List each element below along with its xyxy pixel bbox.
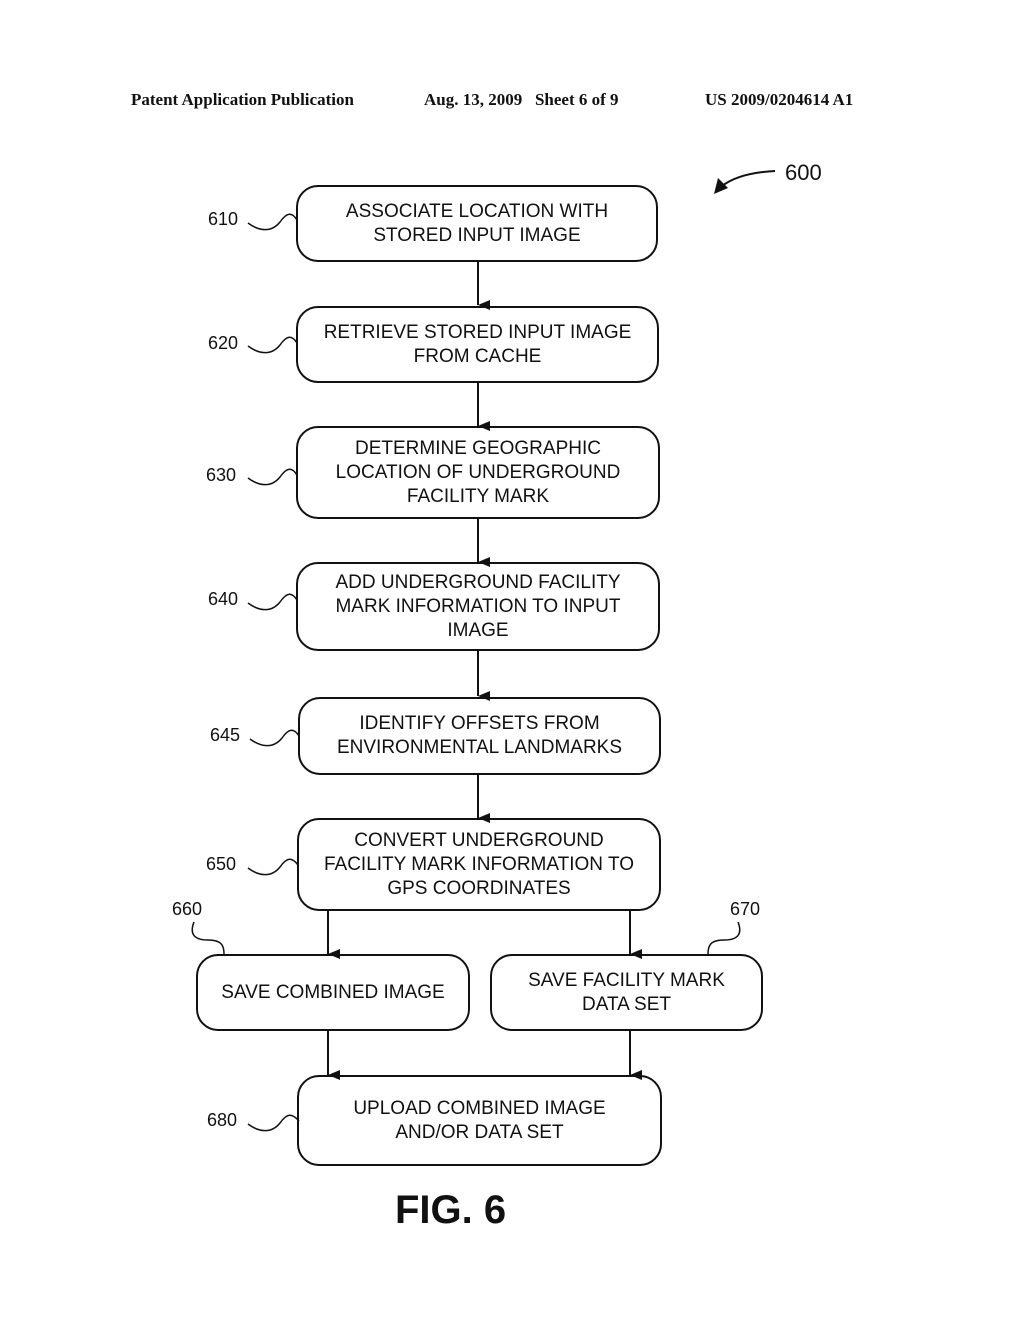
step-box-620: RETRIEVE STORED INPUT IMAGE FROM CACHE [296,306,659,383]
step-box-640: ADD UNDERGROUND FACILITY MARK INFORMATIO… [296,562,660,651]
step-box-670: SAVE FACILITY MARK DATA SET [490,954,763,1031]
step-text-640: ADD UNDERGROUND FACILITY MARK INFORMATIO… [335,571,621,641]
step-text-630: DETERMINE GEOGRAPHIC LOCATION OF UNDERGR… [335,437,621,507]
step-ref-630: 630 [206,465,237,485]
leader-660 [191,921,225,955]
step-text-610: ASSOCIATE LOCATION WITH STORED INPUT IMA… [345,200,609,246]
step-box-680: UPLOAD COMBINED IMAGE AND/OR DATA SET [297,1075,662,1166]
leader-680 [247,1114,300,1132]
step-text-650: CONVERT UNDERGROUND FACILITY MARK INFORM… [323,829,635,899]
step-box-610: ASSOCIATE LOCATION WITH STORED INPUT IMA… [296,185,658,262]
step-ref-620: 620 [208,333,239,353]
leader-620 [247,336,298,354]
step-box-660: SAVE COMBINED IMAGE [196,954,470,1031]
step-ref-660: 660 [172,899,203,919]
leader-670 [707,921,741,955]
step-ref-650: 650 [206,854,237,874]
step-ref-640: 640 [208,589,239,609]
leader-650 [247,858,299,876]
leader-610 [247,213,298,231]
step-box-645: IDENTIFY OFFSETS FROM ENVIRONMENTAL LAND… [298,697,661,775]
step-box-630: DETERMINE GEOGRAPHIC LOCATION OF UNDERGR… [296,426,660,519]
step-ref-645: 645 [210,725,241,745]
figure-caption: FIG. 6 [395,1188,507,1232]
leader-645 [249,729,300,747]
leader-630 [247,468,298,486]
figure-ref-arrowhead [714,178,728,194]
step-ref-610: 610 [208,209,239,229]
step-text-680: UPLOAD COMBINED IMAGE AND/OR DATA SET [353,1097,606,1143]
step-ref-680: 680 [207,1110,238,1130]
figure-reference-number: 600 [785,160,822,185]
step-text-660: SAVE COMBINED IMAGE [221,981,445,1003]
step-box-650: CONVERT UNDERGROUND FACILITY MARK INFORM… [297,818,661,911]
leader-640 [247,593,298,611]
step-text-645: IDENTIFY OFFSETS FROM ENVIRONMENTAL LAND… [336,713,623,758]
step-text-670: SAVE FACILITY MARK DATA SET [528,969,725,1015]
step-ref-670: 670 [730,899,761,919]
step-text-620: RETRIEVE STORED INPUT IMAGE FROM CACHE [323,321,632,367]
figure-ref-arrow [721,170,776,187]
